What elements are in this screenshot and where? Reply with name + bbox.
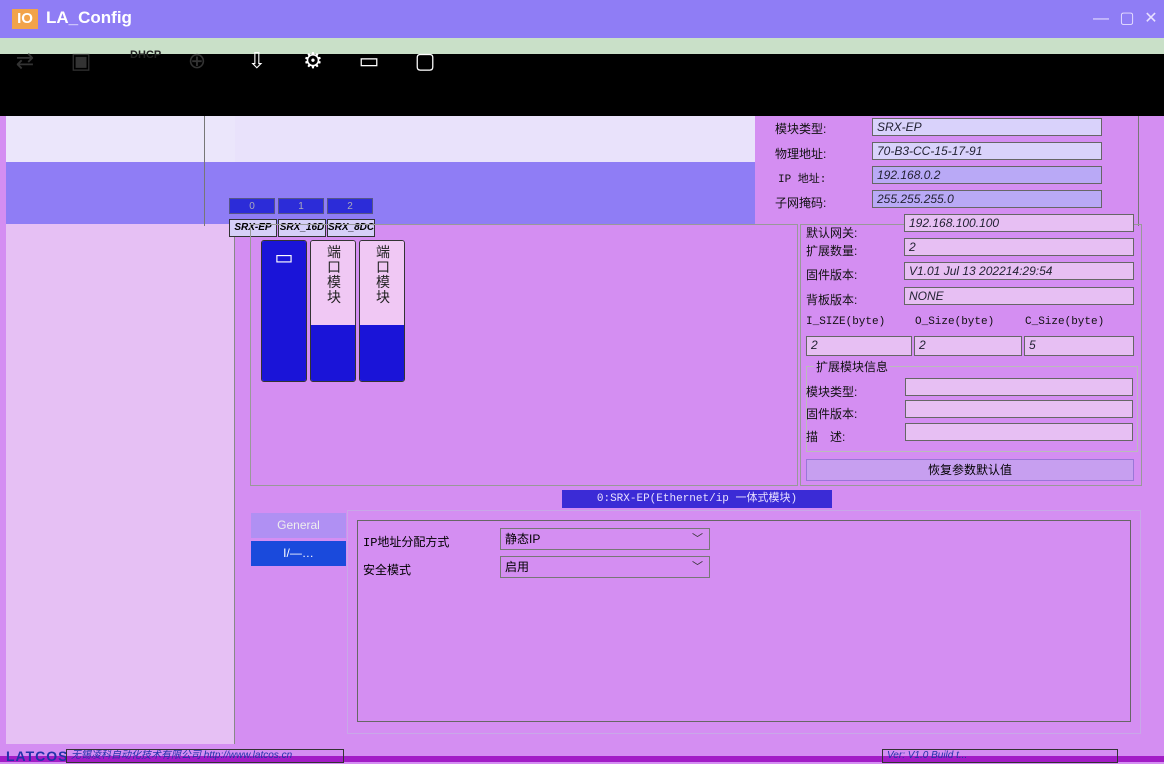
tab-io[interactable]: I/—… (251, 541, 346, 566)
globe-icon[interactable]: ⊕ (180, 44, 214, 78)
rack-band-top (235, 116, 755, 162)
safe-mode-label: 安全模式 (363, 564, 412, 578)
module-srx-16d[interactable]: 端口模块 (310, 240, 356, 382)
device-icon[interactable]: ▣ (64, 44, 98, 78)
screen-icon: ▭ (274, 247, 294, 269)
gateway-field: 192.168.100.100 (904, 214, 1134, 232)
module-type-field: SRX-EP (872, 118, 1102, 136)
download-icon[interactable]: ⇩ (240, 44, 274, 78)
backplane-field: NONE (904, 287, 1134, 305)
ext-group-title: 扩展模块信息 (814, 358, 891, 375)
module-srx-ep[interactable]: ▭ (261, 240, 307, 382)
tab-general[interactable]: General (251, 513, 346, 538)
app-logo-icon: IO (12, 9, 38, 29)
ext-desc-field (905, 423, 1133, 441)
i-size-field: 2 (806, 336, 912, 356)
ip-mode-label: IP地址分配方式 (363, 536, 450, 550)
o-size-label: O_Size(byte) (915, 316, 995, 328)
divider (1138, 116, 1139, 226)
slot-header[interactable]: 1 (278, 198, 324, 214)
rack-band-selected (235, 162, 755, 224)
backplane-label: 背板版本: (806, 293, 858, 307)
ext-desc-label: 描 述: (806, 430, 846, 444)
mac-field: 70-B3-CC-15-17-91 (872, 142, 1102, 160)
company-link[interactable]: 无锡凌科自动化技术有限公司 http://www.latcos.cn (66, 749, 344, 763)
ip-mode-select[interactable]: 静态IP ﹀ (500, 528, 710, 550)
chevron-down-icon: ﹀ (692, 561, 703, 573)
maximize-icon[interactable]: ▢ (1116, 8, 1138, 30)
safe-mode-select[interactable]: 启用 ﹀ (500, 556, 710, 578)
ext-type-label: 模块类型: (806, 385, 858, 399)
c-size-label: C_Size(byte) (1025, 316, 1105, 328)
sidebar-header (6, 116, 235, 162)
ext-count-field: 2 (904, 238, 1134, 256)
info-icon[interactable]: ▢ (408, 44, 442, 78)
firmware-field: V1.01 Jul 13 202214:29:54 (904, 262, 1134, 280)
toolbar (0, 54, 1164, 116)
ext-count-label: 扩展数量: (806, 244, 858, 258)
ip-mode-value: 静态IP (505, 532, 541, 546)
file-icon[interactable]: ▭ (352, 44, 386, 78)
ext-firmware-label: 固件版本: (806, 407, 858, 421)
safe-mode-value: 启用 (505, 560, 530, 574)
slot-header[interactable]: 0 (229, 198, 275, 214)
gear-icon[interactable]: ⚙ (296, 44, 330, 78)
o-size-field: 2 (914, 336, 1022, 356)
app-title: LA_Config (46, 8, 132, 27)
chevron-down-icon: ﹀ (692, 533, 703, 545)
ip-label: IP 地址: (778, 174, 827, 186)
module-label: 端口模块 (376, 244, 390, 305)
firmware-label: 固件版本: (806, 268, 858, 282)
minimize-icon[interactable]: — (1090, 8, 1112, 30)
mac-label: 物理地址: (775, 147, 827, 161)
title-bar (0, 0, 1164, 38)
close-icon[interactable]: ✕ (1140, 8, 1162, 30)
ext-firmware-field (905, 400, 1133, 418)
dhcp-icon[interactable]: DHCP (130, 49, 161, 61)
module-srx-8dc[interactable]: 端口模块 (359, 240, 405, 382)
subnet-mask-field: 255.255.255.0 (872, 190, 1102, 208)
scan-icon[interactable]: ⇄ (8, 44, 42, 78)
slot-header[interactable]: 2 (327, 198, 373, 214)
ip-field: 192.168.0.2 (872, 166, 1102, 184)
subnet-mask-label: 子网掩码: (775, 196, 827, 210)
i-size-label: I_SIZE(byte) (806, 316, 886, 328)
restore-defaults-button[interactable]: 恢复参数默认值 (806, 459, 1134, 481)
toolbar-strip (0, 38, 1164, 54)
c-size-field: 5 (1024, 336, 1134, 356)
ext-type-field (905, 378, 1133, 396)
config-panel-inner (357, 520, 1131, 722)
sidebar-selected-item[interactable] (6, 162, 235, 224)
module-label: 端口模块 (327, 244, 341, 305)
selected-module-ribbon: 0:SRX-EP(Ethernet/ip 一体式模块) (562, 490, 832, 508)
module-type-label: 模块类型: (775, 122, 827, 136)
gateway-label: 默认网关: (806, 226, 858, 240)
divider (204, 116, 205, 226)
version-text: Ver: V1.0 Build t... (882, 749, 1118, 763)
